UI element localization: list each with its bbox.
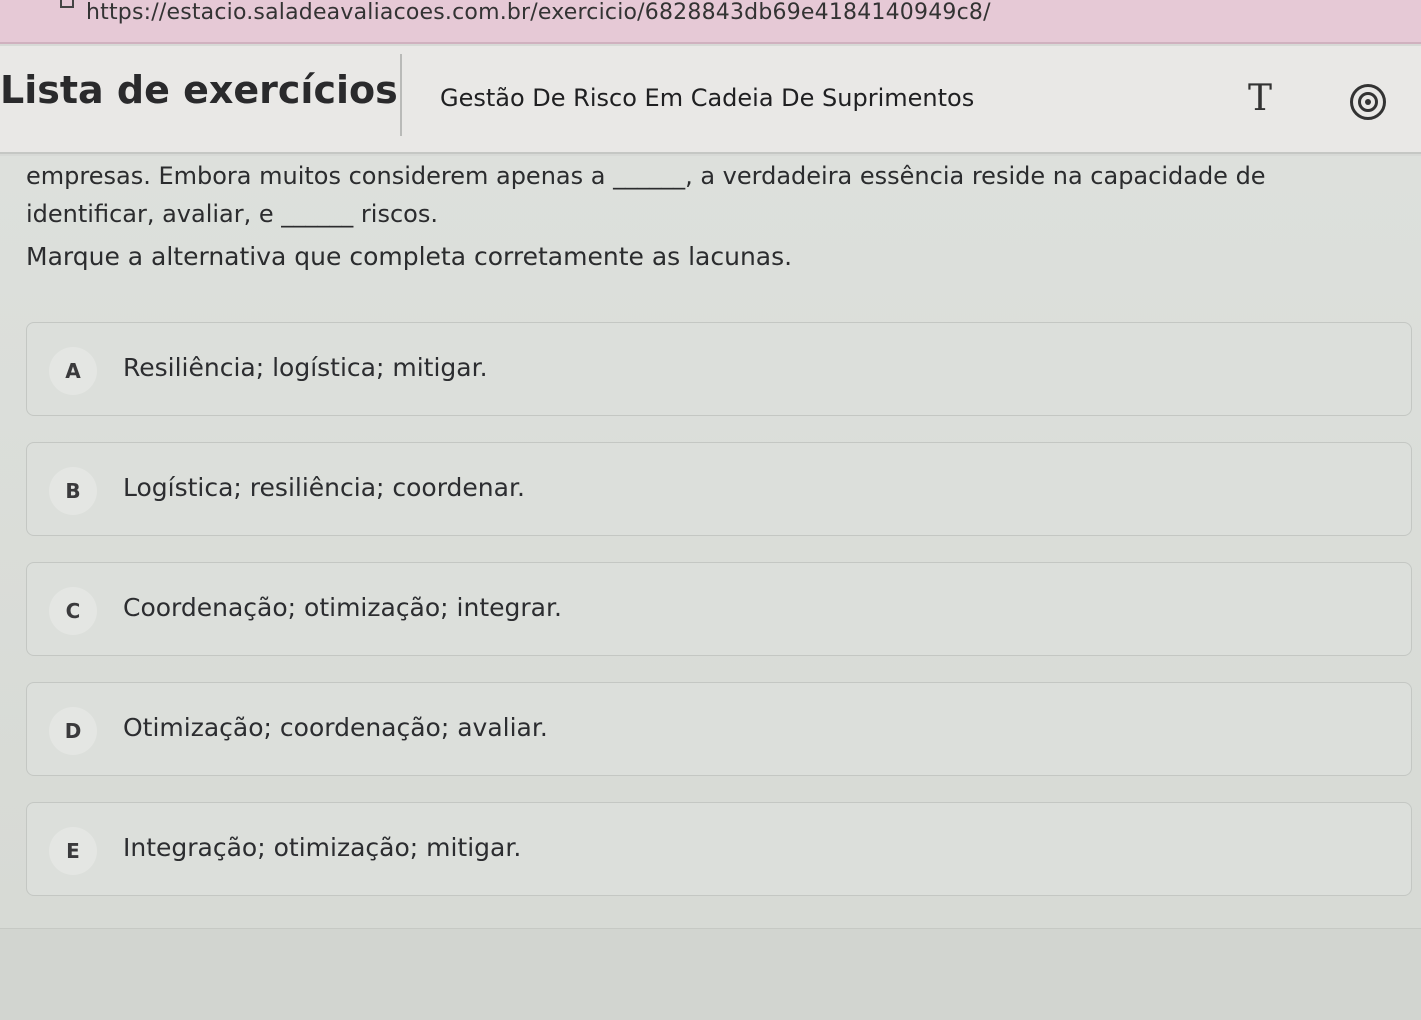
course-title: Gestão De Risco Em Cadeia De Suprimentos	[440, 84, 975, 112]
option-text: Integração; otimização; mitigar.	[123, 833, 522, 862]
option-text: Logística; resiliência; coordenar.	[123, 473, 525, 502]
question-text-line-1: empresas. Embora muitos considerem apena…	[26, 162, 1266, 190]
option-e[interactable]: E Integração; otimização; mitigar.	[26, 802, 1412, 896]
page-header: Lista de exercícios Gestão De Risco Em C…	[0, 46, 1421, 154]
header-divider	[400, 54, 402, 136]
option-letter: B	[49, 467, 97, 515]
option-letter: C	[49, 587, 97, 635]
option-a[interactable]: A Resiliência; logística; mitigar.	[26, 322, 1412, 416]
option-d[interactable]: D Otimização; coordenação; avaliar.	[26, 682, 1412, 776]
page-icon	[60, 0, 74, 8]
option-letter: D	[49, 707, 97, 755]
option-text: Resiliência; logística; mitigar.	[123, 353, 488, 382]
target-dot	[1365, 99, 1371, 105]
url-text[interactable]: https://estacio.saladeavaliacoes.com.br/…	[86, 0, 991, 25]
option-letter: A	[49, 347, 97, 395]
question-instruction: Marque a alternativa que completa corret…	[26, 242, 793, 271]
exercise-content: empresas. Embora muitos considerem apena…	[0, 156, 1421, 1020]
font-size-button[interactable]: T	[1238, 76, 1282, 120]
option-text: Otimização; coordenação; avaliar.	[123, 713, 548, 742]
target-ring	[1358, 92, 1378, 112]
option-letter: E	[49, 827, 97, 875]
bottom-band	[0, 928, 1421, 1020]
option-b[interactable]: B Logística; resiliência; coordenar.	[26, 442, 1412, 536]
accessibility-target-icon[interactable]	[1350, 84, 1386, 120]
page-title: Lista de exercícios	[0, 68, 398, 112]
option-text: Coordenação; otimização; integrar.	[123, 593, 562, 622]
option-c[interactable]: C Coordenação; otimização; integrar.	[26, 562, 1412, 656]
question-text-line-2: identificar, avaliar, e ______ riscos.	[26, 200, 438, 228]
browser-address-bar[interactable]: https://estacio.saladeavaliacoes.com.br/…	[0, 0, 1421, 44]
